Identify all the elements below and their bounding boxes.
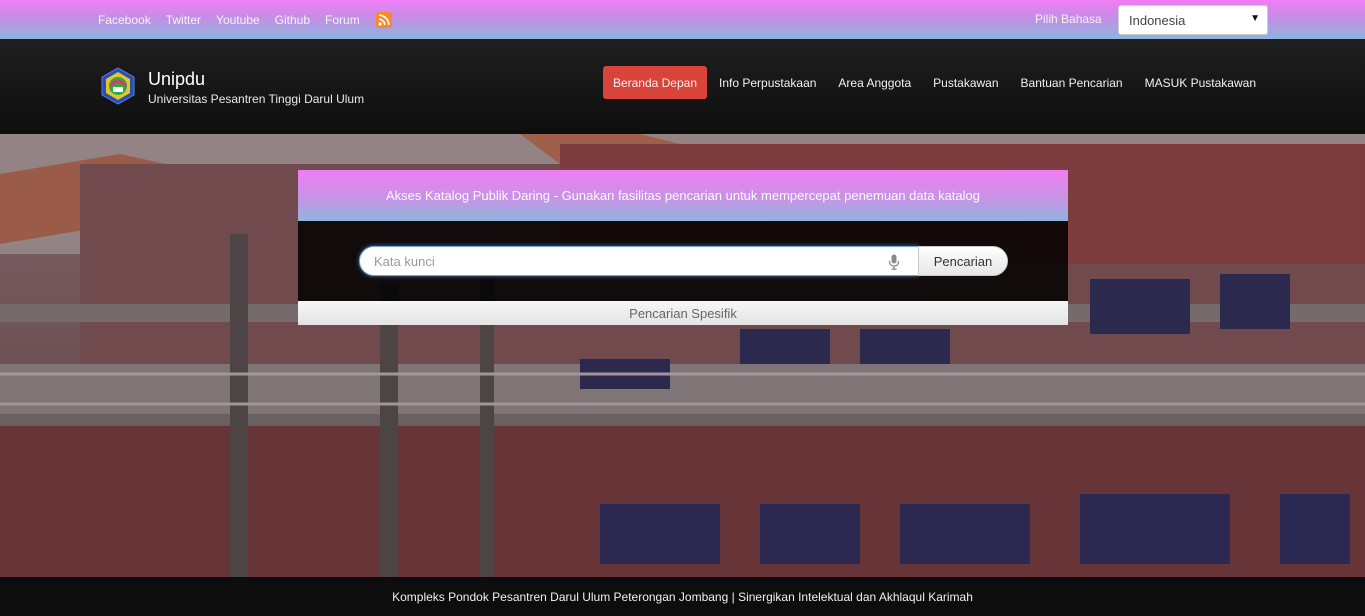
footer: Kompleks Pondok Pesantren Darul Ulum Pet…	[0, 577, 1365, 616]
footer-text: Kompleks Pondok Pesantren Darul Ulum Pet…	[392, 589, 973, 604]
catalog-panel-header: Akses Katalog Publik Daring - Gunakan fa…	[298, 170, 1068, 221]
rss-icon[interactable]	[375, 11, 392, 28]
microphone-icon[interactable]	[888, 254, 900, 270]
search-field[interactable]	[359, 246, 919, 276]
catalog-panel-title: Akses Katalog Publik Daring - Gunakan fa…	[385, 188, 980, 203]
dropdown-arrow-icon: ▼	[1250, 13, 1260, 24]
github-link[interactable]: Github	[275, 13, 310, 27]
language-select[interactable]: Indonesia ▼	[1118, 5, 1268, 35]
forum-link[interactable]: Forum	[325, 13, 360, 27]
university-logo[interactable]	[99, 67, 137, 105]
main-nav: Beranda Depan Info Perpustakaan Area Ang…	[602, 66, 1267, 99]
site-header: Unipdu Universitas Pesantren Tinggi Daru…	[0, 39, 1365, 134]
search-button[interactable]: Pencarian	[918, 246, 1008, 276]
nav-home[interactable]: Beranda Depan	[602, 66, 708, 99]
facebook-link[interactable]: Facebook	[98, 13, 151, 27]
nav-search-help[interactable]: Bantuan Pencarian	[1010, 66, 1134, 99]
language-selected-value: Indonesia	[1129, 12, 1186, 28]
nav-member-area[interactable]: Area Anggota	[827, 66, 922, 99]
site-subtitle: Universitas Pesantren Tinggi Darul Ulum	[148, 92, 365, 106]
nav-librarian-login[interactable]: MASUK Pustakawan	[1134, 66, 1267, 99]
social-links: Facebook Twitter Youtube Github Forum	[98, 0, 392, 39]
advanced-search-toggle[interactable]: Pencarian Spesifik	[298, 301, 1068, 325]
site-title[interactable]: Unipdu	[148, 69, 205, 90]
language-label: Pilih Bahasa	[1035, 12, 1102, 26]
top-bar: Facebook Twitter Youtube Github Forum Pi…	[0, 0, 1365, 39]
youtube-link[interactable]: Youtube	[216, 13, 260, 27]
nav-librarian[interactable]: Pustakawan	[922, 66, 1009, 99]
twitter-link[interactable]: Twitter	[166, 13, 201, 27]
search-input[interactable]	[374, 247, 874, 275]
nav-library-info[interactable]: Info Perpustakaan	[708, 66, 827, 99]
